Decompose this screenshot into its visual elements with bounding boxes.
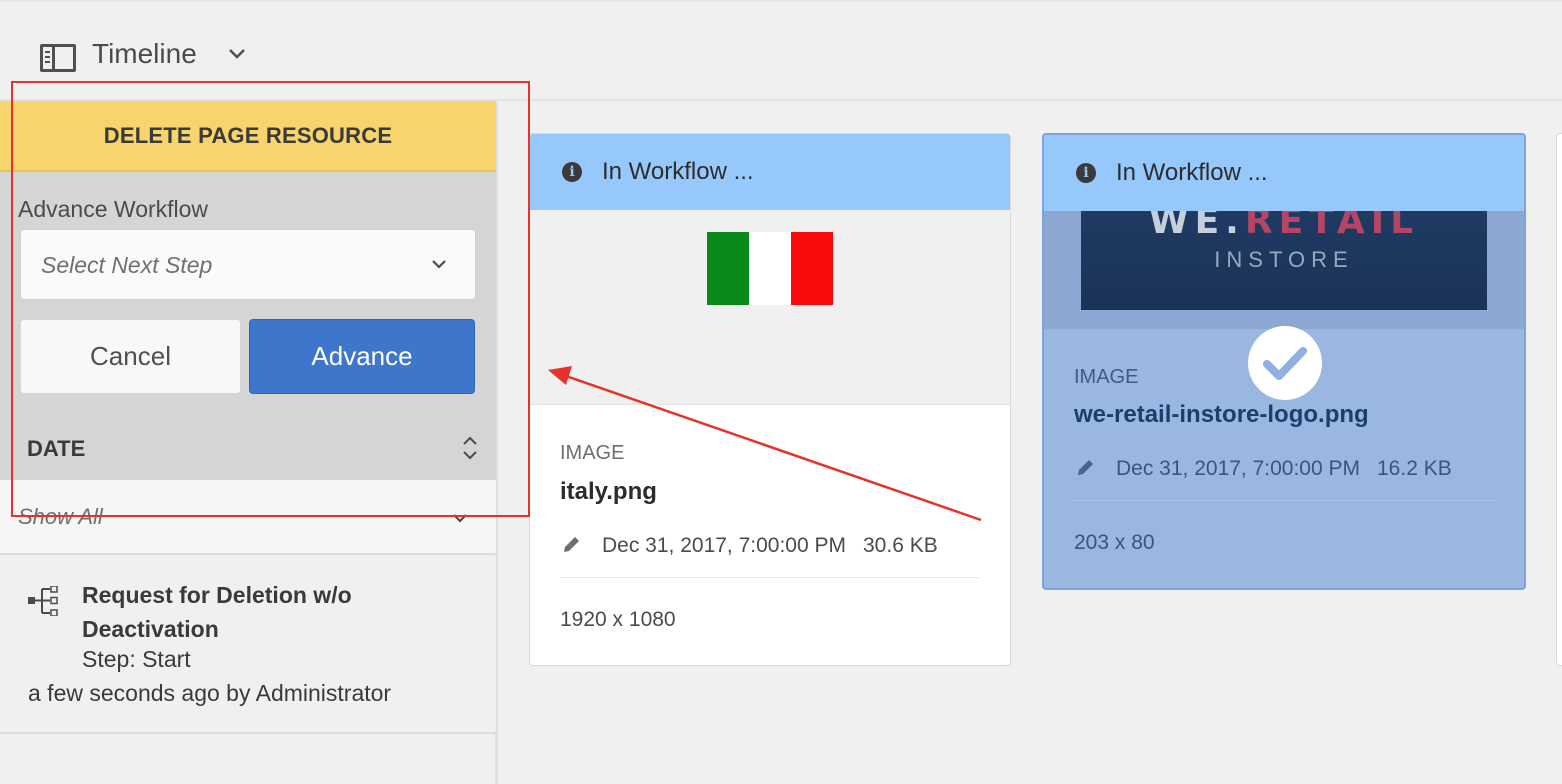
timeline-entry-meta: a few seconds ago by Administrator — [28, 680, 392, 706]
asset-size: 30.6 KB — [863, 534, 938, 557]
rail-header: Timeline — [0, 0, 1562, 101]
pencil-icon — [1078, 460, 1093, 475]
cancel-button[interactable]: Cancel — [20, 319, 241, 394]
chevron-down-icon[interactable] — [226, 42, 248, 64]
asset-type: IMAGE — [560, 442, 625, 464]
status-text: In Workflow ... — [1116, 159, 1268, 186]
advance-button[interactable]: Advance — [249, 319, 475, 394]
asset-card[interactable]: i In Workflow ... IMAGE italy.png Dec 31… — [529, 133, 1011, 666]
asset-dimensions: 1920 x 1080 — [560, 608, 676, 631]
divider — [1074, 500, 1494, 501]
workflow-form: Advance Workflow Select Next Step Cancel… — [0, 172, 496, 480]
timeline-panel: DELETE PAGE RESOURCE Advance Workflow Se… — [0, 101, 498, 784]
asset-modified: Dec 31, 2017, 7:00:00 PM — [602, 534, 846, 557]
asset-card-partial[interactable] — [1556, 133, 1562, 666]
workflow-icon — [28, 586, 58, 616]
advance-workflow-label: Advance Workflow — [18, 196, 209, 222]
asset-size: 16.2 KB — [1377, 457, 1452, 480]
info-icon: i — [1076, 163, 1096, 183]
date-sort-label[interactable]: DATE — [27, 436, 85, 462]
chevron-down-icon — [453, 514, 467, 523]
next-step-select[interactable]: Select Next Step — [20, 229, 476, 300]
rail-toggle-icon[interactable] — [40, 44, 76, 72]
filter-value: Show All — [18, 504, 103, 529]
asset-name: italy.png — [560, 478, 657, 505]
timeline-entry[interactable]: Request for Deletion w/o Deactivation St… — [0, 556, 496, 734]
italy-flag-image — [707, 232, 833, 305]
asset-modified: Dec 31, 2017, 7:00:00 PM — [1116, 457, 1360, 480]
asset-type: IMAGE — [1074, 366, 1139, 388]
rail-title[interactable]: Timeline — [92, 38, 197, 70]
chevron-down-icon — [432, 260, 446, 269]
asset-card-selected[interactable]: i In Workflow ... WE.RETAIL INSTORE IMAG… — [1042, 133, 1526, 590]
workflow-banner[interactable]: DELETE PAGE RESOURCE — [0, 101, 496, 172]
workflow-status-banner: i In Workflow ... — [530, 134, 1010, 210]
asset-thumbnail: WE.RETAIL INSTORE — [1044, 211, 1524, 329]
sort-icon[interactable] — [460, 434, 480, 462]
selected-check-icon[interactable] — [1248, 326, 1322, 400]
workflow-title: DELETE PAGE RESOURCE — [103, 122, 393, 148]
pencil-icon — [564, 537, 579, 552]
status-text: In Workflow ... — [602, 158, 754, 185]
timeline-entry-step: Step: Start — [82, 646, 191, 672]
asset-dimensions: 203 x 80 — [1074, 531, 1155, 554]
asset-thumbnail — [530, 210, 1010, 405]
workflow-status-banner: i In Workflow ... — [1044, 135, 1524, 211]
timeline-filter[interactable]: Show All — [0, 480, 496, 555]
next-step-placeholder: Select Next Step — [41, 252, 213, 278]
we-retail-logo-image: WE.RETAIL INSTORE — [1081, 211, 1487, 310]
info-icon: i — [562, 162, 582, 182]
timeline-entry-title: Request for Deletion w/o Deactivation — [82, 582, 352, 642]
divider — [560, 577, 980, 578]
asset-name: we-retail-instore-logo.png — [1074, 401, 1369, 428]
